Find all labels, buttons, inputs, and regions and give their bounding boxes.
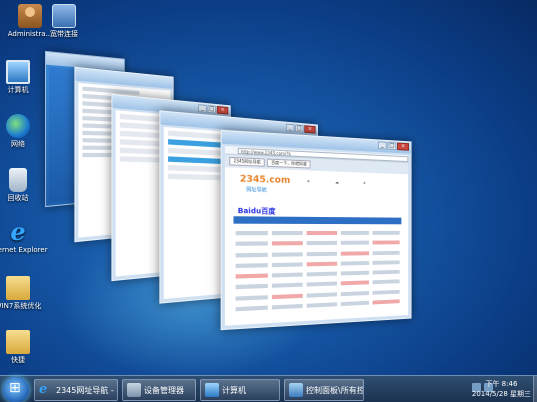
taskbar-item-browser[interactable]: e 2345网址导航 - ...	[34, 379, 118, 401]
weather-icon: ☀	[362, 180, 366, 186]
close-button[interactable]: ×	[397, 142, 410, 151]
desktop-icon-recycle-bin[interactable]: 回收站	[0, 168, 48, 203]
minimize-button[interactable]: _	[198, 104, 207, 113]
close-button[interactable]: ×	[216, 105, 229, 115]
desktop-icon-shortcut[interactable]: 快捷	[0, 330, 48, 365]
weather-icon: ☀	[306, 178, 311, 184]
network-icon	[6, 114, 30, 138]
desktop-icon-ie[interactable]: e Internet Explorer	[0, 220, 48, 255]
start-button[interactable]	[3, 377, 29, 402]
taskbar-item-label: 计算机	[222, 385, 246, 395]
nav-bar	[233, 216, 402, 225]
computer-icon	[6, 60, 30, 84]
site-logo: 2345.com	[239, 174, 291, 187]
desktop-icon-label: 宽带连接	[50, 30, 78, 38]
browser-content: http://www.2345.com/?k 2345网址导航 百度一下，你就知…	[224, 146, 409, 326]
desktop-icon-label: 网络	[11, 140, 25, 148]
close-button[interactable]: ×	[304, 125, 316, 134]
ie-icon: e	[10, 217, 26, 246]
desktop-icon-network[interactable]: 网络	[0, 114, 48, 149]
taskbar-item-label: 2345网址导航 - ...	[56, 385, 118, 395]
ie-icon: e	[39, 382, 48, 397]
folder-icon	[6, 276, 30, 300]
taskbar-item-computer[interactable]: 计算机	[200, 379, 280, 401]
desktop-icon-label: WIN7系统优化	[0, 302, 42, 310]
tab-2345[interactable]: 2345网址导航	[229, 156, 265, 167]
taskbar-item-device-manager[interactable]: 设备管理器	[122, 379, 196, 401]
maximize-button[interactable]: □	[387, 141, 397, 151]
control-panel-icon	[289, 383, 303, 397]
minimize-button[interactable]: _	[377, 141, 387, 150]
show-desktop-button[interactable]	[533, 376, 537, 402]
desktop-icon-computer[interactable]: 计算机	[0, 60, 48, 95]
desktop-icon-label: Internet Explorer	[0, 246, 48, 254]
taskbar: e 2345网址导航 - ... 设备管理器 计算机 控制面板\所有控... 下…	[0, 375, 537, 402]
tab-baidu[interactable]: 百度一下，你就知道	[267, 158, 311, 169]
desktop-icon-label: 计算机	[7, 86, 29, 94]
maximize-button[interactable]: □	[207, 105, 216, 114]
desktop-icon-label: 快捷	[11, 356, 25, 364]
computer-icon	[205, 383, 219, 397]
clock-time: 下午 8:46	[485, 380, 518, 388]
broadband-icon	[52, 4, 76, 28]
link-grid	[235, 230, 400, 315]
taskbar-item-label: 设备管理器	[144, 385, 184, 395]
taskbar-item-control-panel[interactable]: 控制面板\所有控...	[284, 379, 364, 401]
desktop-icon-broadband[interactable]: 宽带连接	[34, 4, 94, 39]
desktop-icon-win7-optimize[interactable]: WIN7系统优化	[0, 276, 48, 311]
desktop-icon-label: 回收站	[7, 194, 29, 202]
search-brand: Baidu百度	[237, 206, 276, 216]
weather-icon: ☁	[335, 179, 339, 185]
folder-icon	[6, 330, 30, 354]
site-logo-sub: 网址导航	[246, 186, 267, 194]
clock[interactable]: 下午 8:46 2014/5/28 星期三	[472, 379, 531, 399]
device-manager-icon	[127, 383, 141, 397]
window-browser[interactable]: _ □ × http://www.2345.com/?k 2345网址导航 百度一下…	[220, 129, 412, 331]
taskbar-item-label: 控制面板\所有控...	[306, 385, 364, 395]
minimize-button[interactable]: _	[285, 123, 295, 132]
recycle-bin-icon	[9, 168, 27, 192]
clock-date: 2014/5/28 星期三	[471, 390, 531, 398]
maximize-button[interactable]: □	[295, 124, 304, 133]
